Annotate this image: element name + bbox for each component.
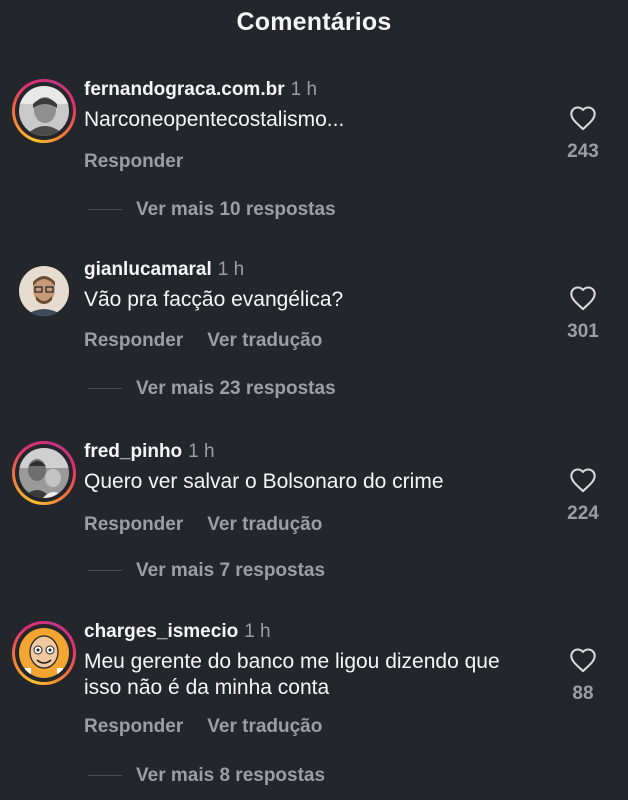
like-block: 301 xyxy=(558,285,608,343)
avatar-photo-icon xyxy=(19,448,69,498)
heart-outline-icon[interactable] xyxy=(569,105,597,131)
header: Comentários xyxy=(0,0,628,46)
comment-time: 1 h xyxy=(188,441,215,462)
comment-meta: gianlucamaral 1 h xyxy=(84,259,244,281)
comment-text: Vão pra facção evangélica? xyxy=(84,288,344,311)
comment-actions: Responder Ver tradução xyxy=(84,716,322,738)
reply-button[interactable]: Responder xyxy=(84,330,183,351)
like-block: 243 xyxy=(558,105,608,163)
comment-time: 1 h xyxy=(290,79,318,100)
reply-button[interactable]: Responder xyxy=(84,716,183,737)
view-more-replies[interactable]: Ver mais 7 respostas xyxy=(88,560,325,582)
view-more-replies[interactable]: Ver mais 23 respostas xyxy=(88,378,336,400)
avatar xyxy=(19,86,69,136)
avatar-photo-icon xyxy=(19,266,69,316)
divider-line xyxy=(88,570,122,572)
comment-meta: fred_pinho 1 h xyxy=(84,441,215,463)
avatar xyxy=(19,266,69,316)
username[interactable]: gianlucamaral xyxy=(84,259,212,280)
avatar-photo-icon xyxy=(19,86,69,136)
username[interactable]: fred_pinho xyxy=(84,441,182,462)
like-count: 224 xyxy=(567,503,599,524)
comment-actions: Responder Ver tradução xyxy=(84,330,322,352)
see-translation-button[interactable]: Ver tradução xyxy=(207,514,322,535)
view-more-replies-label: Ver mais 10 respostas xyxy=(136,199,336,220)
reply-button[interactable]: Responder xyxy=(84,514,183,535)
comment-time: 1 h xyxy=(217,259,245,280)
like-block: 88 xyxy=(558,647,608,705)
divider-line xyxy=(88,775,122,777)
comment-actions: Responder xyxy=(84,151,183,173)
comment-text: Meu gerente do banco me ligou dizendo qu… xyxy=(84,650,500,699)
comment-meta: charges_ismecio 1 h xyxy=(84,621,271,643)
avatar-story-ring[interactable] xyxy=(12,79,76,143)
avatar-ring[interactable] xyxy=(12,259,76,323)
like-count: 301 xyxy=(567,321,599,342)
view-more-replies[interactable]: Ver mais 8 respostas xyxy=(88,765,325,787)
comments-screen: Comentários fernandograca.com.br 1 h Narc… xyxy=(0,0,628,800)
avatar xyxy=(19,628,69,678)
page-title: Comentários xyxy=(236,8,392,36)
view-more-replies-label: Ver mais 23 respostas xyxy=(136,378,336,399)
view-more-replies-label: Ver mais 8 respostas xyxy=(136,765,326,786)
avatar-story-ring[interactable] xyxy=(12,441,76,505)
heart-outline-icon[interactable] xyxy=(569,467,597,493)
comment-text: Narconeopentecostalismo... xyxy=(84,108,345,131)
heart-outline-icon[interactable] xyxy=(569,647,597,673)
username[interactable]: charges_ismecio xyxy=(84,621,238,642)
like-block: 224 xyxy=(558,467,608,525)
divider-line xyxy=(88,388,122,390)
like-count: 243 xyxy=(567,141,599,162)
comment-meta: fernandograca.com.br 1 h xyxy=(84,79,317,101)
divider-line xyxy=(88,209,122,211)
like-count: 88 xyxy=(572,683,594,704)
avatar-story-ring[interactable] xyxy=(12,621,76,685)
see-translation-button[interactable]: Ver tradução xyxy=(207,716,322,737)
reply-button[interactable]: Responder xyxy=(84,151,183,172)
heart-outline-icon[interactable] xyxy=(569,285,597,311)
see-translation-button[interactable]: Ver tradução xyxy=(207,330,322,351)
comment-actions: Responder Ver tradução xyxy=(84,514,322,536)
comment-time: 1 h xyxy=(244,621,271,642)
avatar-cartoon-icon xyxy=(19,628,69,678)
view-more-replies-label: Ver mais 7 respostas xyxy=(136,560,326,581)
view-more-replies[interactable]: Ver mais 10 respostas xyxy=(88,199,336,221)
avatar xyxy=(19,448,69,498)
username[interactable]: fernandograca.com.br xyxy=(84,79,285,100)
comment-text: Quero ver salvar o Bolsonaro do crime xyxy=(84,470,444,493)
